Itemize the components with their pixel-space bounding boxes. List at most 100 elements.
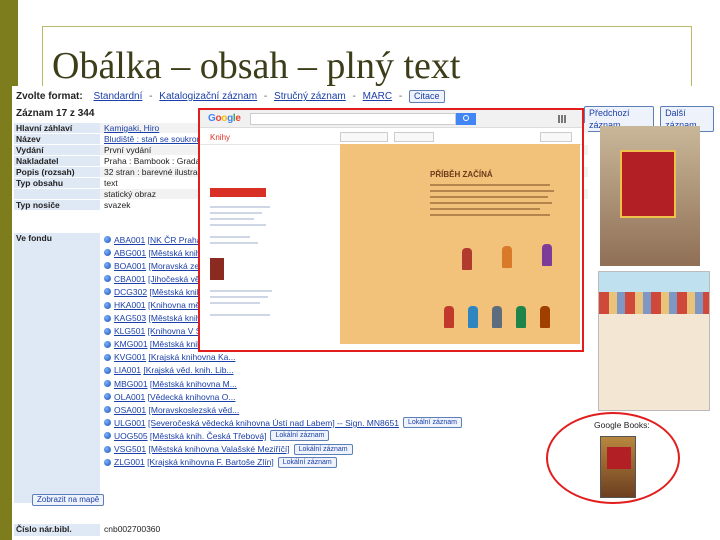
holding-item: MBG001 [Městská knihovna M... [104,377,584,390]
sidebar-text-line [210,218,254,220]
holding-code-link[interactable]: DCG302 [114,287,147,297]
google-books-label: Google Books: [594,420,650,430]
local-record-button[interactable]: Lokální záznam [270,430,330,442]
book-content-image[interactable] [598,271,710,411]
holding-code-link[interactable]: KMG001 [114,339,148,349]
book-cover-image[interactable] [600,126,700,266]
character-figure [492,306,502,328]
holding-library[interactable]: [Krajská knihovna F. Bartoše Zlín] [147,457,274,467]
sidebar-text-line [210,212,262,214]
cnb-value: cnb002700360 [104,524,161,534]
holding-item: OLA001 [Vědecká knihovna O... [104,390,584,403]
holding-code-link[interactable]: CBA001 [114,274,146,284]
holding-code-link[interactable]: MBG001 [114,379,148,389]
status-dot-icon [104,406,111,414]
sidebar-text-line [210,242,258,244]
format-catalog-link[interactable]: Katalogizační záznam [159,91,257,102]
holding-item: ZLG001 [Krajská knihovna F. Bartoše Zlín… [104,456,584,469]
holding-item: UOG505 [Městská knih. Česká Třebová] Loká… [104,429,584,442]
field-label: Typ nosiče [14,200,100,210]
google-top-bar: Google [200,110,582,128]
holding-code-link[interactable]: HKA001 [114,300,146,310]
status-dot-icon [104,262,111,270]
holding-code-link[interactable]: ULG001 [114,418,146,428]
holding-item: OSA001 [Moravskoslezská věd... [104,403,584,416]
local-record-button[interactable]: Lokální záznam [293,443,353,455]
status-dot-icon [104,445,111,453]
field-label: Vydání [14,145,100,155]
format-bar: Zvolte format: Standardní - Katalogizačn… [16,90,445,103]
holding-code-link[interactable]: ABA001 [114,235,145,245]
thumbnail-title-band [607,447,631,469]
holding-library[interactable]: [Moravskoslezská věd... [149,405,240,415]
format-separator: - [263,91,268,102]
holding-library[interactable]: [Městská knihovna M... [150,379,237,389]
google-search-input[interactable] [250,113,456,125]
sidebar-book-cover[interactable] [210,258,224,280]
holding-code-link[interactable]: OSA001 [114,405,146,415]
status-dot-icon [104,249,111,257]
holding-code-link[interactable]: ZLG001 [114,457,145,467]
character-figure [542,244,552,266]
field-label: Popis (rozsah) [14,167,100,177]
read-ebook-button[interactable] [210,188,266,197]
google-logo[interactable]: Google [208,113,241,124]
holding-library[interactable]: [Severočeská vědecká knihovna Ústí nad L… [148,418,399,428]
character-figure [540,306,550,328]
holding-code-link[interactable]: OLA001 [114,392,145,402]
holding-code-link[interactable]: KVG001 [114,352,146,362]
holding-code-link[interactable]: VSG501 [114,444,146,454]
field-label: Nakladatel [14,156,100,166]
cnb-row: Číslo nár.bibl. cnb002700360 [14,524,588,536]
field-label: Typ obsahu [14,178,100,188]
preview-text-line [430,184,550,186]
books-section-label[interactable]: Knihy [210,133,230,142]
format-separator: - [149,91,153,102]
field-label [14,189,100,199]
format-standard-link[interactable]: Standardní [93,91,142,102]
cover-town-illustration [599,292,709,314]
sidebar-text-line [210,296,268,298]
local-record-button[interactable]: Lokální záznam [402,417,462,429]
holding-code-link[interactable]: KLG501 [114,326,145,336]
status-dot-icon [104,314,111,322]
holding-item: VSG501 [Městská knihovna Valašské Meziří… [104,443,584,456]
holding-library[interactable]: [Vědecká knihovna O... [148,392,236,402]
holding-code-link[interactable]: UOG505 [114,431,148,441]
cover-title-band [620,150,676,218]
sidebar-text-line [210,206,270,208]
status-dot-icon [104,301,111,309]
slide-title: Obálka – obsah – plný text [52,45,461,87]
apps-grid-icon[interactable] [558,115,566,123]
search-icon[interactable] [456,113,476,125]
status-dot-icon [104,419,111,427]
format-brief-link[interactable]: Stručný záznam [274,91,346,102]
character-figure [516,306,526,328]
holding-code-link[interactable]: LIA001 [114,365,141,375]
character-figure [462,248,472,270]
holding-code-link[interactable]: ABG001 [114,248,146,258]
holding-code-link[interactable]: BOA001 [114,261,146,271]
holding-library[interactable]: [Městská knih. Česká Třebová] [150,431,267,441]
toolbar-button[interactable] [394,132,434,142]
google-books-thumbnail[interactable] [600,436,636,498]
toolbar-dropdown[interactable] [340,132,388,142]
holding-library[interactable]: [Krajská knihovna Ka... [149,352,236,362]
status-dot-icon [104,275,111,283]
local-record-button[interactable]: Lokální záznam [277,456,337,468]
toolbar-settings[interactable] [540,132,572,142]
holding-code-link[interactable]: KAG503 [114,313,146,323]
holding-library[interactable]: [Krajská věd. knih. Lib... [143,365,233,375]
field-label: Hlavní záhlaví [14,123,100,133]
sidebar-text-line [210,236,250,238]
preview-text-line [430,208,540,210]
format-marc-link[interactable]: MARC [363,91,392,102]
holding-library[interactable]: [Městská knihovna Valašské Meziříčí] [149,444,290,454]
sidebar-text-line [210,302,260,304]
google-books-window: Google Knihy PŘÍBĚH ZAČÍNÁ [198,108,584,352]
cite-button[interactable]: Citace [409,90,445,103]
show-on-map-button[interactable]: Zobrazit na mapě [32,494,105,506]
holding-item: KVG001 [Krajská knihovna Ka... [104,351,584,364]
status-dot-icon [104,353,111,361]
status-dot-icon [104,458,111,466]
